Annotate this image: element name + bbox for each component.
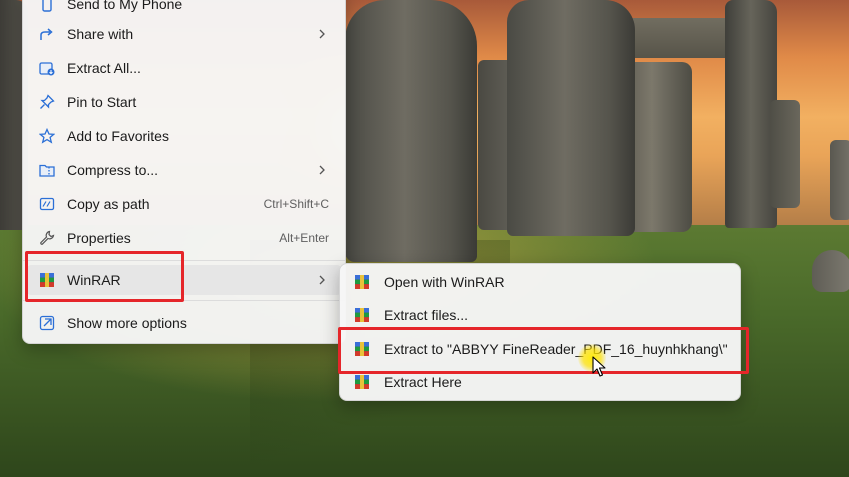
menu-item-copy-as-path[interactable]: Copy as path Ctrl+Shift+C [27, 189, 341, 219]
menu-item-label: Pin to Start [67, 94, 137, 110]
highlight-box-extract-to [338, 327, 749, 374]
menu-item-extract-all[interactable]: Extract All... [27, 53, 341, 83]
menu-item-label: Extract All... [67, 60, 141, 76]
standing-stone [507, 0, 635, 236]
keyboard-shortcut: Alt+Enter [279, 231, 329, 245]
boulder [812, 250, 849, 292]
extract-all-icon [39, 62, 55, 76]
mouse-cursor-icon [592, 356, 606, 377]
submenu-item-label: Extract files... [384, 307, 469, 323]
menu-item-label: Properties [67, 230, 131, 246]
standing-stone [345, 0, 477, 262]
menu-item-label: Copy as path [67, 196, 150, 212]
chevron-right-icon [319, 165, 325, 175]
show-more-icon [39, 315, 55, 331]
menu-item-send-to-phone[interactable]: Send to My Phone [27, 0, 341, 19]
winrar-icon [355, 375, 369, 389]
submenu-item-label: Extract Here [384, 374, 462, 390]
standing-stone [830, 140, 849, 220]
menu-item-label: Add to Favorites [67, 128, 169, 144]
keyboard-shortcut: Ctrl+Shift+C [263, 197, 329, 211]
menu-item-pin-to-start[interactable]: Pin to Start [27, 87, 341, 117]
menu-item-label: Send to My Phone [67, 0, 183, 12]
chevron-right-icon [319, 275, 325, 285]
copy-path-icon [39, 197, 55, 211]
standing-stone [770, 100, 800, 208]
submenu-item-open-with-winrar[interactable]: Open with WinRAR [344, 267, 736, 297]
highlight-box-winrar [25, 251, 184, 302]
star-icon [39, 128, 55, 144]
menu-item-add-to-favorites[interactable]: Add to Favorites [27, 121, 341, 151]
menu-item-properties[interactable]: Properties Alt+Enter [27, 223, 341, 253]
pin-icon [40, 94, 55, 109]
submenu-item-label: Open with WinRAR [384, 274, 505, 290]
menu-item-show-more-options[interactable]: Show more options [27, 308, 341, 338]
winrar-icon [355, 275, 369, 289]
lintel-stone [628, 18, 738, 58]
menu-item-label: Share with [67, 26, 134, 42]
submenu-item-extract-files[interactable]: Extract files... [344, 300, 736, 330]
winrar-icon [355, 308, 369, 322]
menu-item-share-with[interactable]: Share with [27, 19, 341, 49]
share-icon [40, 28, 53, 40]
wrench-icon [40, 230, 55, 245]
phone-icon [42, 0, 52, 12]
menu-item-label: Show more options [67, 315, 187, 331]
menu-item-label: Compress to... [67, 162, 159, 178]
chevron-right-icon [319, 29, 325, 39]
menu-item-compress-to[interactable]: Compress to... [27, 155, 341, 185]
folder-zip-icon [39, 164, 55, 177]
